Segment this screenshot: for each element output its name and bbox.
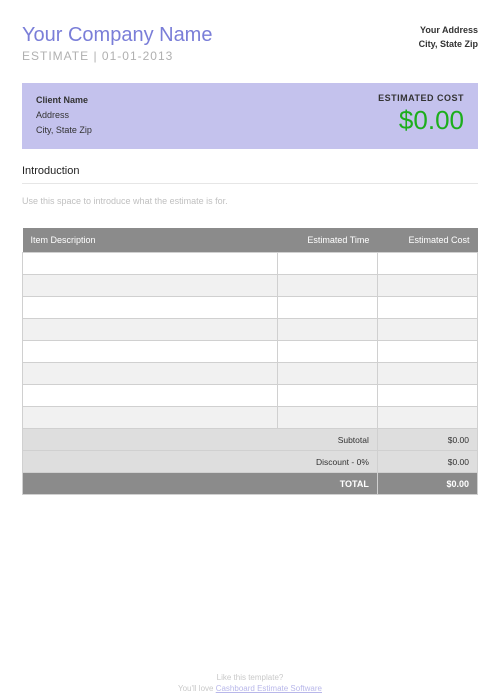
table-row — [23, 363, 478, 385]
cell-time[interactable] — [277, 319, 377, 341]
footer-line2: You'll love Cashboard Estimate Software — [0, 683, 500, 694]
table-row — [23, 341, 478, 363]
cell-cost[interactable] — [377, 341, 477, 363]
footer-line1: Like this template? — [0, 672, 500, 683]
cell-description[interactable] — [23, 407, 278, 429]
pipe: | — [93, 49, 101, 63]
table-row — [23, 385, 478, 407]
estimated-cost-value: $0.00 — [378, 105, 464, 136]
items-table: Item Description Estimated Time Estimate… — [22, 228, 478, 495]
footer: Like this template? You'll love Cashboar… — [0, 672, 500, 694]
company-block: Your Company Name ESTIMATE | 01-01-2013 — [22, 24, 212, 63]
footer-link[interactable]: Cashboard Estimate Software — [216, 684, 322, 693]
cell-time[interactable] — [277, 341, 377, 363]
cell-cost[interactable] — [377, 297, 477, 319]
total-label: TOTAL — [23, 473, 378, 495]
table-row — [23, 253, 478, 275]
cell-cost[interactable] — [377, 319, 477, 341]
total-value: $0.00 — [377, 473, 477, 495]
total-row: TOTAL $0.00 — [23, 473, 478, 495]
discount-value: $0.00 — [377, 451, 477, 473]
col-cost: Estimated Cost — [377, 228, 477, 253]
estimate-label: ESTIMATE — [22, 49, 89, 63]
cell-time[interactable] — [277, 407, 377, 429]
client-info: Client Name Address City, State Zip — [36, 93, 92, 137]
col-description: Item Description — [23, 228, 278, 253]
client-address-line2: City, State Zip — [36, 123, 92, 137]
your-address-line1: Your Address — [419, 24, 478, 38]
cell-description[interactable] — [23, 341, 278, 363]
cell-time[interactable] — [277, 297, 377, 319]
table-row — [23, 319, 478, 341]
estimated-cost-block: ESTIMATED COST $0.00 — [378, 93, 464, 137]
client-address-line1: Address — [36, 108, 92, 122]
subtotal-label: Subtotal — [23, 429, 378, 451]
cell-description[interactable] — [23, 363, 278, 385]
cell-cost[interactable] — [377, 385, 477, 407]
cell-time[interactable] — [277, 363, 377, 385]
cell-description[interactable] — [23, 385, 278, 407]
estimated-cost-label: ESTIMATED COST — [378, 93, 464, 103]
client-name: Client Name — [36, 93, 92, 107]
cell-cost[interactable] — [377, 253, 477, 275]
discount-row: Discount - 0% $0.00 — [23, 451, 478, 473]
your-address-line2: City, State Zip — [419, 38, 478, 52]
cell-description[interactable] — [23, 319, 278, 341]
table-row — [23, 275, 478, 297]
subtotal-row: Subtotal $0.00 — [23, 429, 478, 451]
cell-time[interactable] — [277, 385, 377, 407]
table-header-row: Item Description Estimated Time Estimate… — [23, 228, 478, 253]
estimate-date: 01-01-2013 — [102, 49, 173, 63]
company-name: Your Company Name — [22, 24, 212, 47]
cell-time[interactable] — [277, 253, 377, 275]
table-row — [23, 407, 478, 429]
cell-time[interactable] — [277, 275, 377, 297]
estimate-line: ESTIMATE | 01-01-2013 — [22, 49, 212, 63]
cell-cost[interactable] — [377, 363, 477, 385]
your-address: Your Address City, State Zip — [419, 24, 478, 51]
cell-cost[interactable] — [377, 275, 477, 297]
cell-description[interactable] — [23, 253, 278, 275]
client-box: Client Name Address City, State Zip ESTI… — [22, 83, 478, 149]
footer-prefix: You'll love — [178, 684, 216, 693]
cell-description[interactable] — [23, 275, 278, 297]
cell-cost[interactable] — [377, 407, 477, 429]
intro-heading: Introduction — [22, 165, 478, 184]
subtotal-value: $0.00 — [377, 429, 477, 451]
intro-placeholder: Use this space to introduce what the est… — [22, 196, 478, 206]
header: Your Company Name ESTIMATE | 01-01-2013 … — [22, 24, 478, 63]
col-time: Estimated Time — [277, 228, 377, 253]
discount-label: Discount - 0% — [23, 451, 378, 473]
table-row — [23, 297, 478, 319]
cell-description[interactable] — [23, 297, 278, 319]
